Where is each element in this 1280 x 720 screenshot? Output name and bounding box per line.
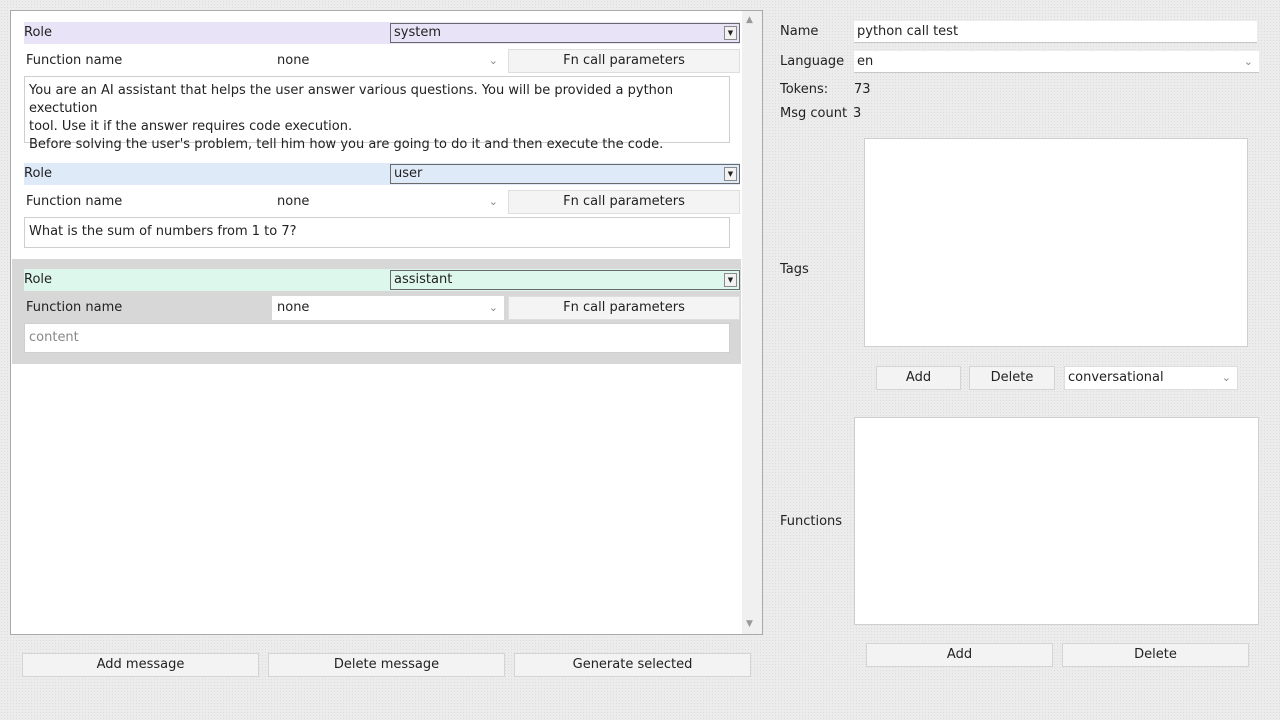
fn-call-parameters-button[interactable]: Fn call parameters <box>508 190 740 214</box>
role-row: Role system ▼ <box>24 22 740 44</box>
role-value: user <box>394 166 423 181</box>
function-name-label: Function name <box>26 53 123 68</box>
dropdown-arrow-icon[interactable]: ▼ <box>724 26 737 40</box>
function-name-combo[interactable]: none ⌄ <box>272 190 504 214</box>
tags-label: Tags <box>780 262 809 277</box>
scroll-up-icon[interactable]: ▲ <box>746 15 753 25</box>
role-label: Role <box>24 25 53 40</box>
function-name-combo[interactable]: none ⌄ <box>272 296 504 320</box>
function-row: Function name none ⌄ Fn call parameters <box>24 295 740 321</box>
role-value: assistant <box>394 272 453 287</box>
function-name-value: none <box>277 300 310 315</box>
fn-call-parameters-button[interactable]: Fn call parameters <box>508 49 740 73</box>
message-block-user[interactable]: Role user ▼ Function name none ⌄ Fn call… <box>12 160 741 252</box>
content-line: Before solving the user's problem, tell … <box>29 137 664 152</box>
tag-select[interactable]: conversational ⌄ <box>1064 366 1238 390</box>
message-content[interactable]: You are an AI assistant that helps the u… <box>24 76 730 152</box>
add-function-button[interactable]: Add <box>866 643 1053 667</box>
msg-count-label: Msg count <box>780 106 848 121</box>
scroll-down-icon[interactable]: ▼ <box>746 619 753 629</box>
content-placeholder: content <box>29 330 79 345</box>
role-row: Role assistant ▼ <box>24 269 740 291</box>
delete-message-button[interactable]: Delete message <box>268 653 505 677</box>
function-name-label: Function name <box>26 194 123 209</box>
content-line: What is the sum of numbers from 1 to 7? <box>29 224 297 239</box>
role-label: Role <box>24 272 53 287</box>
fn-call-parameters-button[interactable]: Fn call parameters <box>508 296 740 320</box>
tag-select-value: conversational <box>1068 370 1164 385</box>
dropdown-arrow-icon[interactable]: ▼ <box>724 167 737 181</box>
language-label: Language <box>780 54 845 69</box>
content-line: You are an AI assistant that helps the u… <box>29 83 674 116</box>
message-content[interactable]: content <box>24 323 730 353</box>
delete-tag-button[interactable]: Delete <box>969 366 1055 390</box>
chevron-down-icon: ⌄ <box>488 54 498 67</box>
role-value: system <box>394 25 441 40</box>
role-label: Role <box>24 166 53 181</box>
chevron-down-icon: ⌄ <box>1221 371 1231 384</box>
language-value: en <box>857 54 874 69</box>
name-label: Name <box>780 24 819 39</box>
vertical-scrollbar[interactable]: ▲ ▼ <box>742 11 762 634</box>
function-row: Function name none ⌄ Fn call parameters <box>24 48 740 74</box>
function-name-combo[interactable]: none ⌄ <box>272 49 504 73</box>
function-name-label: Function name <box>26 300 123 315</box>
tags-list[interactable] <box>864 138 1248 347</box>
role-select[interactable]: user ▼ <box>390 164 740 184</box>
add-tag-button[interactable]: Add <box>876 366 961 390</box>
add-message-button[interactable]: Add message <box>22 653 259 677</box>
msg-count-value: 3 <box>853 106 862 121</box>
function-name-value: none <box>277 53 310 68</box>
functions-list[interactable] <box>854 417 1259 625</box>
tokens-value: 73 <box>854 82 871 97</box>
chevron-down-icon: ⌄ <box>488 301 498 314</box>
chevron-down-icon: ⌄ <box>1243 55 1253 68</box>
dropdown-arrow-icon[interactable]: ▼ <box>724 273 737 287</box>
name-input[interactable]: python call test <box>854 21 1257 43</box>
functions-label: Functions <box>780 514 843 529</box>
tokens-label: Tokens: <box>780 82 829 97</box>
language-select[interactable]: en ⌄ <box>854 51 1259 73</box>
role-select[interactable]: system ▼ <box>390 23 740 43</box>
delete-function-button[interactable]: Delete <box>1062 643 1249 667</box>
message-block-assistant[interactable]: Role assistant ▼ Function name none ⌄ Fn… <box>12 259 741 364</box>
chevron-down-icon: ⌄ <box>488 195 498 208</box>
content-line: tool. Use it if the answer requires code… <box>29 119 353 134</box>
function-row: Function name none ⌄ Fn call parameters <box>24 189 740 215</box>
role-row: Role user ▼ <box>24 163 740 185</box>
role-select[interactable]: assistant ▼ <box>390 270 740 290</box>
generate-selected-button[interactable]: Generate selected <box>514 653 751 677</box>
message-content[interactable]: What is the sum of numbers from 1 to 7? <box>24 217 730 248</box>
message-block-system[interactable]: Role system ▼ Function name none ⌄ Fn ca… <box>12 18 741 152</box>
function-name-value: none <box>277 194 310 209</box>
